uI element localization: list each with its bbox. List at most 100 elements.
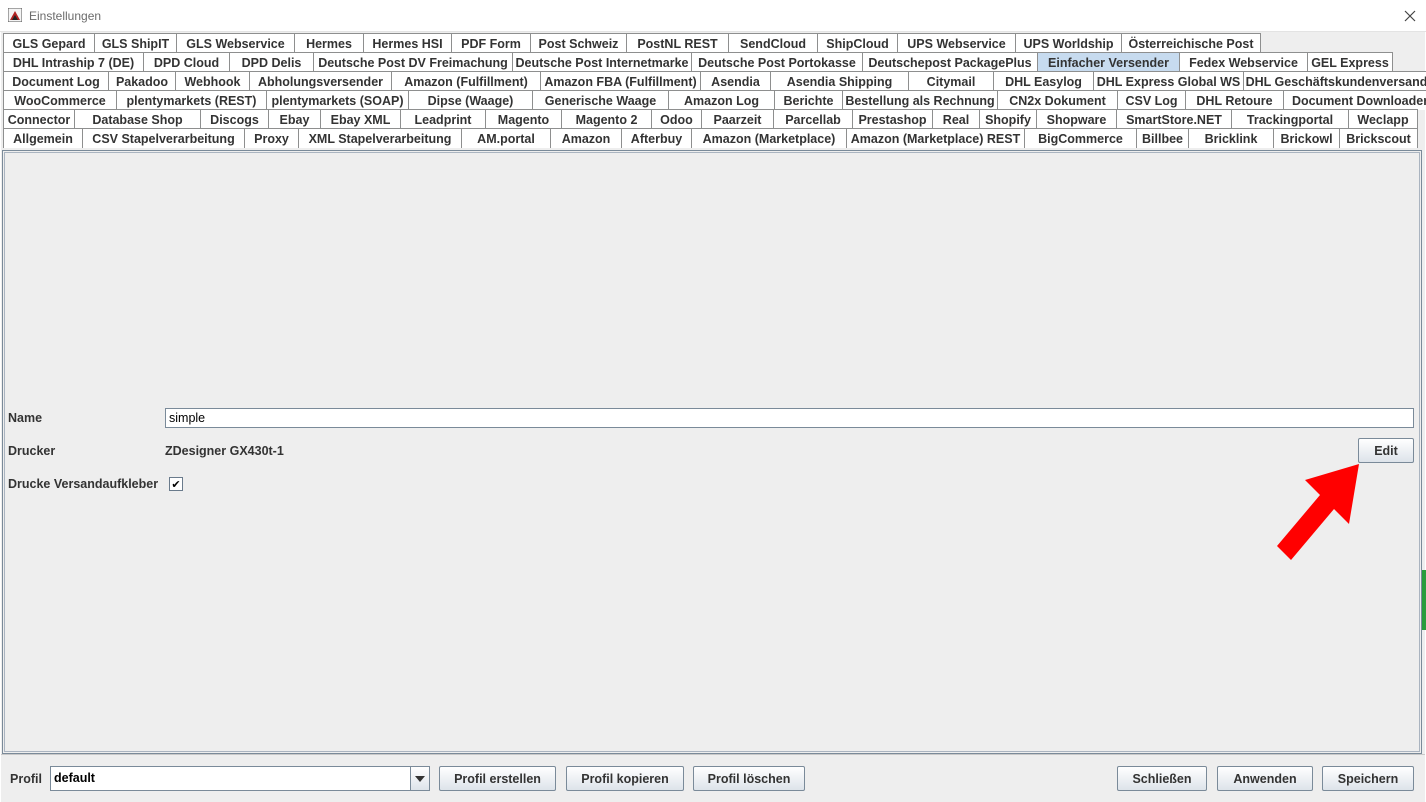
print-label-checkbox[interactable]: ✔ [169,477,183,491]
tab-gel-express[interactable]: GEL Express [1307,52,1393,72]
tab-row-2: DHL Intraship 7 (DE) DPD Cloud DPD Delis De… [3,52,1393,72]
tab-sendcloud[interactable]: SendCloud [728,33,817,53]
tab-weclapp[interactable]: Weclapp [1348,109,1418,129]
tab-einfacher-versender[interactable]: Einfacher Versender [1037,52,1179,72]
tab-ups-worldship[interactable]: UPS Worldship [1015,33,1121,53]
tab-magento[interactable]: Magento [485,109,561,129]
tab-discogs[interactable]: Discogs [200,109,268,129]
copy-profile-button[interactable]: Profil kopieren [566,766,684,791]
edit-printer-button[interactable]: Edit [1358,438,1414,463]
apply-button[interactable]: Anwenden [1217,766,1313,791]
app-icon [8,8,22,22]
tab-dhl-geschäftskundenversand[interactable]: DHL Geschäftskundenversand [1243,71,1426,91]
tab-deutschepost-packageplus[interactable]: Deutschepost PackagePlus [862,52,1037,72]
tab-dhl-easylog[interactable]: DHL Easylog [993,71,1093,91]
save-button[interactable]: Speichern [1322,766,1414,791]
tab-shopify[interactable]: Shopify [979,109,1036,129]
tab-odoo[interactable]: Odoo [651,109,701,129]
profile-dropdown-button[interactable] [410,767,429,790]
tab-hermes-hsi[interactable]: Hermes HSI [363,33,451,53]
tab-dpd-delis[interactable]: DPD Delis [229,52,313,72]
tab-citymail[interactable]: Citymail [908,71,993,91]
tab-gls-webservice[interactable]: GLS Webservice [176,33,294,53]
tab-amazon-fba-fulfillment[interactable]: Amazon FBA (Fulfillment) [540,71,700,91]
tab-xml-stapelverarbeitung[interactable]: XML Stapelverarbeitung [298,128,461,148]
tab-deutsche-post-dv-freimachung[interactable]: Deutsche Post DV Freimachung [313,52,512,72]
tab-deutsche-post-portokasse[interactable]: Deutsche Post Portokasse [691,52,862,72]
tab-fedex-webservice[interactable]: Fedex Webservice [1179,52,1307,72]
tab-amazon-marketplace[interactable]: Amazon (Marketplace) [691,128,846,148]
tab-asendia[interactable]: Asendia [700,71,770,91]
tab-gls-shipit[interactable]: GLS ShipIT [94,33,176,53]
tab-berichte[interactable]: Berichte [774,90,842,110]
profile-label: Profil [10,772,42,786]
tab-database-shop[interactable]: Database Shop [74,109,200,129]
tab-ebay-xml[interactable]: Ebay XML [320,109,400,129]
tab-am-portal[interactable]: AM.portal [461,128,550,148]
tab-österreichische-post[interactable]: Österreichische Post [1121,33,1261,53]
tab-prestashop[interactable]: Prestashop [852,109,932,129]
tab-connector[interactable]: Connector [3,109,74,129]
tab-billbee[interactable]: Billbee [1136,128,1188,148]
tab-brickowl[interactable]: Brickowl [1273,128,1339,148]
tab-bricklink[interactable]: Bricklink [1188,128,1273,148]
tab-postnl-rest[interactable]: PostNL REST [626,33,728,53]
tab-paarzeit[interactable]: Paarzeit [701,109,773,129]
tab-bigcommerce[interactable]: BigCommerce [1024,128,1136,148]
tab-dhl-retoure[interactable]: DHL Retoure [1185,90,1283,110]
tab-row-6: Allgemein CSV Stapelverarbeitung Proxy XML … [3,128,1418,148]
delete-profile-button[interactable]: Profil löschen [693,766,805,791]
tab-shipcloud[interactable]: ShipCloud [817,33,897,53]
print-label-label: Drucke Versandaufkleber [8,477,159,491]
profile-select[interactable]: default [50,766,430,791]
tab-dipse-waage[interactable]: Dipse (Waage) [408,90,532,110]
tab-afterbuy[interactable]: Afterbuy [621,128,691,148]
tab-generische-waage[interactable]: Generische Waage [532,90,668,110]
close-window-button[interactable] [1393,0,1426,32]
tab-dpd-cloud[interactable]: DPD Cloud [143,52,229,72]
tab-amazon-fulfillment[interactable]: Amazon (Fulfillment) [391,71,540,91]
tab-csv-stapelverarbeitung[interactable]: CSV Stapelverarbeitung [82,128,244,148]
tab-hermes[interactable]: Hermes [294,33,363,53]
tab-allgemein[interactable]: Allgemein [3,128,82,148]
checkmark-icon: ✔ [171,477,181,491]
tab-ebay[interactable]: Ebay [268,109,320,129]
tab-woocommerce[interactable]: WooCommerce [3,90,116,110]
create-profile-button[interactable]: Profil erstellen [439,766,556,791]
tab-gls-gepard[interactable]: GLS Gepard [3,33,94,53]
tab-document-log[interactable]: Document Log [3,71,108,91]
title-bar: Einstellungen [0,0,1426,32]
tab-bestellung-als-rechnung[interactable]: Bestellung als Rechnung [842,90,997,110]
tab-shopware[interactable]: Shopware [1036,109,1116,129]
name-input[interactable] [165,408,1414,428]
name-label: Name [8,411,43,425]
tab-csv-log[interactable]: CSV Log [1117,90,1185,110]
window-title: Einstellungen [29,9,102,23]
tab-plentymarkets-soap[interactable]: plentymarkets (SOAP) [266,90,408,110]
tab-real[interactable]: Real [932,109,979,129]
tab-proxy[interactable]: Proxy [244,128,298,148]
tab-amazon-marketplace-rest[interactable]: Amazon (Marketplace) REST [846,128,1024,148]
tab-brickscout[interactable]: Brickscout [1339,128,1418,148]
tab-cn2x-dokument[interactable]: CN2x Dokument [997,90,1117,110]
tab-webhook[interactable]: Webhook [175,71,249,91]
tab-deutsche-post-internetmarke[interactable]: Deutsche Post Internetmarke [512,52,691,72]
tab-parcellab[interactable]: Parcellab [773,109,852,129]
tab-amazon[interactable]: Amazon [550,128,621,148]
tab-leadprint[interactable]: Leadprint [400,109,485,129]
close-button[interactable]: Schließen [1117,766,1207,791]
tab-document-downloader[interactable]: Document Downloader [1283,90,1426,110]
tab-trackingportal[interactable]: Trackingportal [1231,109,1348,129]
tab-pakadoo[interactable]: Pakadoo [108,71,175,91]
tab-plentymarkets-rest[interactable]: plentymarkets (REST) [116,90,266,110]
tab-asendia-shipping[interactable]: Asendia Shipping [770,71,908,91]
tab-magento-2[interactable]: Magento 2 [561,109,651,129]
tab-dhl-express-global-ws[interactable]: DHL Express Global WS [1093,71,1243,91]
tab-dhl-intraship-7-de[interactable]: DHL Intraship 7 (DE) [3,52,143,72]
tab-smartstore-net[interactable]: SmartStore.NET [1116,109,1231,129]
tab-abholungsversender[interactable]: Abholungsversender [249,71,391,91]
tab-ups-webservice[interactable]: UPS Webservice [897,33,1015,53]
tab-post-schweiz[interactable]: Post Schweiz [530,33,626,53]
tab-pdf-form[interactable]: PDF Form [451,33,530,53]
tab-amazon-log[interactable]: Amazon Log [668,90,774,110]
